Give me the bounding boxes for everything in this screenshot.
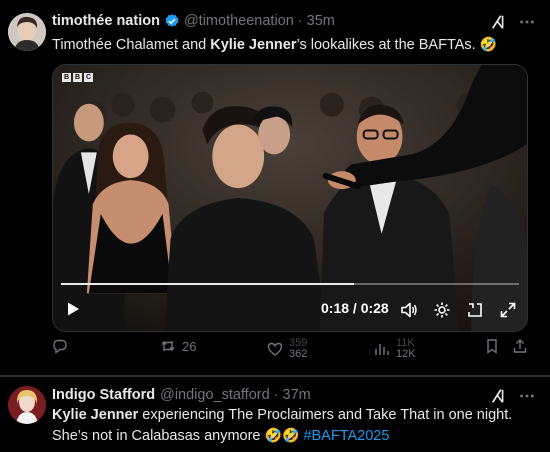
repost-button[interactable]: 26 bbox=[160, 338, 196, 354]
reply-icon bbox=[53, 339, 67, 354]
logo-letter: B bbox=[73, 73, 82, 82]
views-count-previous: 11K bbox=[396, 337, 415, 349]
text-segment: She’s not in Calabasas anymore bbox=[52, 428, 265, 444]
views-button[interactable]: 11K 12K bbox=[374, 338, 416, 360]
time-readout: 0:18 / 0:28 bbox=[321, 300, 389, 316]
tweet[interactable]: Indigo Stafford @indigo_stafford · 37m K… bbox=[0, 376, 550, 452]
volume-icon[interactable] bbox=[400, 301, 418, 319]
text-bold: Kylie Jenner bbox=[210, 37, 297, 53]
video-player[interactable]: B B C 0:18 / 0:28 bbox=[52, 64, 528, 332]
text-line: Kylie Jenner experiencing The Proclaimer… bbox=[52, 405, 530, 425]
tweet-text: Timothée Chalamet and Kylie Jenner’s loo… bbox=[52, 34, 530, 55]
logo-letter: C bbox=[84, 73, 93, 82]
avatar-image bbox=[8, 13, 46, 51]
emoji: 🤣🤣 bbox=[264, 427, 300, 443]
logo-letter: B bbox=[62, 73, 71, 82]
emoji: 🤣 bbox=[479, 36, 498, 52]
text-segment: Timothée Chalamet and bbox=[52, 37, 211, 53]
action-bar: 26 359 362 11K 12K bbox=[52, 338, 536, 366]
repost-icon bbox=[161, 340, 175, 352]
text-segment: experiencing The Proclaimers and Take Th… bbox=[138, 407, 513, 423]
like-count: 359 362 bbox=[289, 338, 307, 360]
repost-count: 26 bbox=[182, 338, 197, 354]
verified-badge-icon bbox=[165, 14, 179, 27]
progress-bar[interactable] bbox=[61, 283, 519, 285]
text-bold: Kylie Jenner bbox=[52, 407, 139, 423]
separator: · bbox=[273, 387, 279, 403]
settings-icon[interactable] bbox=[433, 301, 451, 319]
text-line: She’s not in Calabasas anymore 🤣🤣 #BAFTA… bbox=[52, 425, 530, 446]
expand-icon[interactable] bbox=[499, 301, 517, 319]
grok-icon[interactable] bbox=[490, 13, 508, 31]
views-icon bbox=[375, 344, 389, 355]
timestamp[interactable]: 35m bbox=[307, 13, 335, 29]
views-count-current: 12K bbox=[396, 348, 416, 360]
bookmark-icon bbox=[487, 339, 497, 354]
heart-icon bbox=[267, 342, 283, 356]
separator: · bbox=[297, 13, 303, 29]
share-icon bbox=[513, 339, 527, 353]
reply-button[interactable] bbox=[52, 338, 68, 354]
tweet-header: timothée nation @timotheenation · 35m bbox=[52, 13, 335, 29]
like-button[interactable]: 359 362 bbox=[267, 338, 307, 360]
handle[interactable]: @timotheenation bbox=[184, 13, 294, 29]
tweet-text: Kylie Jenner experiencing The Proclaimer… bbox=[52, 405, 530, 446]
handle[interactable]: @indigo_stafford bbox=[160, 387, 270, 403]
exit-fullscreen-icon[interactable] bbox=[466, 301, 484, 319]
progress-fill bbox=[61, 283, 355, 285]
grok-icon[interactable] bbox=[490, 387, 508, 405]
tweet-header: Indigo Stafford @indigo_stafford · 37m bbox=[52, 387, 311, 403]
views-count: 11K 12K bbox=[396, 338, 416, 360]
display-name[interactable]: Indigo Stafford bbox=[52, 387, 155, 403]
more-options-icon[interactable] bbox=[518, 13, 536, 31]
hashtag-link[interactable]: #BAFTA2025 bbox=[303, 428, 389, 444]
like-count-current: 362 bbox=[289, 348, 308, 360]
display-name[interactable]: timothée nation bbox=[52, 13, 160, 29]
text-segment: ’s lookalikes at the BAFTAs. bbox=[296, 37, 480, 53]
like-count-previous: 359 bbox=[289, 337, 308, 349]
avatar[interactable] bbox=[8, 386, 46, 424]
timestamp[interactable]: 37m bbox=[283, 387, 311, 403]
share-button[interactable] bbox=[512, 338, 528, 354]
tweet[interactable]: timothée nation @timotheenation · 35m Ti… bbox=[0, 0, 550, 376]
video-controls: 0:18 / 0:28 bbox=[53, 281, 527, 331]
bbc-logo: B B C bbox=[62, 73, 93, 82]
more-options-icon[interactable] bbox=[518, 387, 536, 405]
avatar[interactable] bbox=[8, 13, 46, 51]
play-icon[interactable] bbox=[65, 301, 81, 317]
bookmark-button[interactable] bbox=[484, 338, 500, 354]
avatar-image bbox=[8, 386, 46, 424]
